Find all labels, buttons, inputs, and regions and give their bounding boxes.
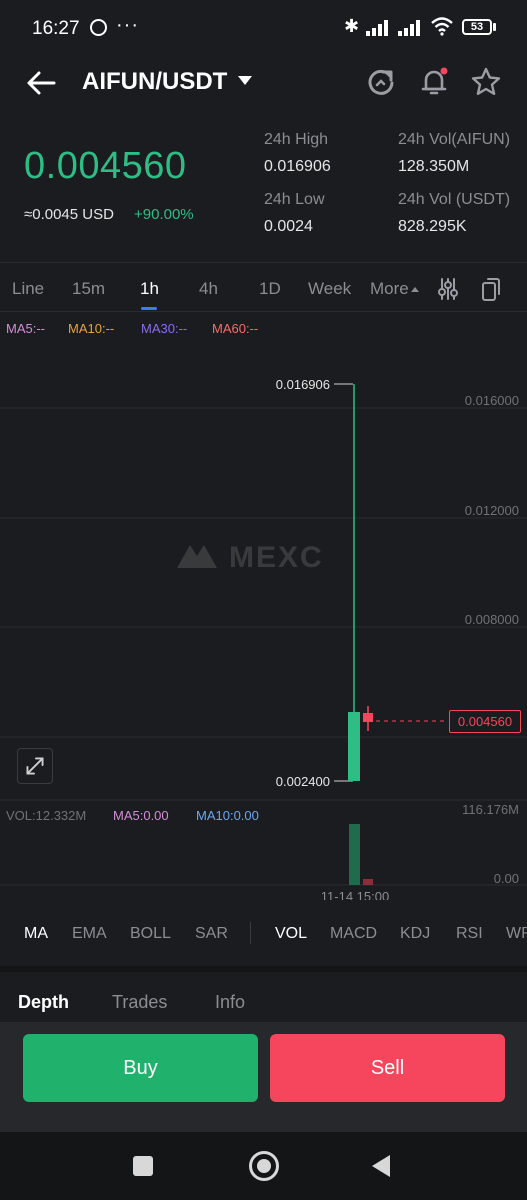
candle-body — [348, 712, 360, 781]
expand-icon[interactable] — [17, 748, 53, 784]
volume-bar — [349, 824, 360, 885]
bluetooth-icon: ✱ — [344, 16, 360, 36]
x-time-label: 11-14 15:00 — [321, 889, 389, 900]
low-label: 24h Low — [264, 191, 325, 208]
divider — [250, 922, 251, 944]
usd-price: ≈0.0045 USD — [24, 206, 114, 223]
vol-base-value: 128.350M — [398, 158, 470, 175]
signal-icon — [366, 20, 390, 36]
wifi-icon — [431, 17, 453, 36]
y-tick-label: 0.008000 — [465, 612, 519, 627]
high-label: 24h High — [264, 131, 329, 148]
active-tab-indicator — [141, 307, 157, 310]
star-icon[interactable] — [470, 66, 502, 98]
tab-week[interactable]: Week — [308, 279, 351, 299]
sell-button[interactable]: Sell — [270, 1034, 505, 1102]
status-bar: 16:27 ··· ✱ 53 — [0, 0, 527, 58]
signal-icon — [398, 20, 422, 36]
action-bar: Buy Sell — [0, 1022, 527, 1132]
tab-line[interactable]: Line — [12, 279, 44, 299]
vol-base-label: 24h Vol(AIFUN) — [398, 131, 511, 148]
tab-macd[interactable]: MACD — [330, 925, 377, 943]
indicator-bar: MA EMA BOLL SAR VOL MACD KDJ RSI WR — [0, 908, 527, 960]
current-price-tag: 0.004560 — [449, 710, 521, 733]
ma30-legend: MA30:-- — [141, 321, 188, 336]
battery-tip — [493, 23, 496, 31]
tab-1h[interactable]: 1h — [140, 279, 159, 299]
y-tick-label: 0.016000 — [465, 393, 519, 408]
vol-axis-max: 116.176M — [462, 802, 519, 817]
system-nav-bar — [0, 1132, 527, 1200]
last-price: 0.004560 — [24, 145, 187, 187]
vol-axis-zero: 0.00 — [494, 871, 519, 886]
high-value: 0.016906 — [264, 158, 331, 175]
tab-ma[interactable]: MA — [24, 925, 48, 943]
pair-title[interactable]: AIFUN/USDT — [82, 68, 227, 96]
rotate-screen-icon[interactable] — [480, 276, 502, 302]
tab-trades[interactable]: Trades — [112, 992, 167, 1013]
back-arrow-icon[interactable] — [24, 66, 58, 100]
y-tick-label: 0.012000 — [465, 503, 519, 518]
tab-sar[interactable]: SAR — [195, 925, 228, 943]
low-marker-label: 0.002400 — [276, 774, 330, 789]
vol-legend: VOL:12.332M — [6, 808, 87, 823]
tab-ema[interactable]: EMA — [72, 925, 107, 943]
vol-quote-label: 24h Vol (USDT) — [398, 191, 511, 208]
caret-icon — [411, 287, 419, 292]
volume-bar — [363, 879, 373, 885]
tab-rsi[interactable]: RSI — [456, 925, 483, 943]
tab-vol[interactable]: VOL — [275, 925, 307, 943]
mexc-watermark: MEXC — [177, 541, 324, 574]
chevron-down-icon[interactable] — [238, 76, 252, 85]
tab-1d[interactable]: 1D — [259, 279, 281, 299]
bell-icon[interactable] — [418, 66, 450, 98]
vol-quote-value: 828.295K — [398, 218, 467, 235]
candle-body — [363, 713, 373, 722]
back-icon[interactable] — [372, 1155, 390, 1177]
tab-more[interactable]: More — [370, 279, 409, 299]
high-marker-label: 0.016906 — [276, 377, 330, 392]
indicator-settings-icon[interactable] — [437, 277, 459, 301]
detail-tabs: Depth Trades Info — [0, 966, 527, 1022]
recents-icon[interactable] — [133, 1156, 153, 1176]
ma5-legend: MA5:-- — [6, 321, 45, 336]
battery-icon: 53 — [462, 19, 492, 35]
ma10-legend: MA10:-- — [68, 321, 115, 336]
timeframe-bar: Line 15m 1h 4h 1D Week More — [0, 262, 527, 312]
tab-boll[interactable]: BOLL — [130, 925, 171, 943]
buy-button[interactable]: Buy — [23, 1034, 258, 1102]
tab-15m[interactable]: 15m — [72, 279, 105, 299]
vol-ma5-legend: MA5:0.00 — [113, 808, 169, 823]
change-percent: +90.00% — [134, 206, 194, 223]
ma60-legend: MA60:-- — [212, 321, 259, 336]
home-icon-inner — [257, 1159, 271, 1173]
status-more: ··· — [116, 14, 139, 36]
vol-ma10-legend: MA10:0.00 — [196, 808, 259, 823]
tab-wr[interactable]: WR — [506, 925, 527, 943]
whatsapp-icon — [90, 19, 107, 36]
tab-4h[interactable]: 4h — [199, 279, 218, 299]
refresh-icon[interactable] — [366, 67, 396, 97]
watermark-text: MEXC — [229, 541, 324, 574]
tab-info[interactable]: Info — [215, 992, 245, 1013]
status-time: 16:27 — [32, 18, 80, 39]
tab-depth[interactable]: Depth — [18, 992, 69, 1013]
low-value: 0.0024 — [264, 218, 313, 235]
tab-kdj[interactable]: KDJ — [400, 925, 430, 943]
